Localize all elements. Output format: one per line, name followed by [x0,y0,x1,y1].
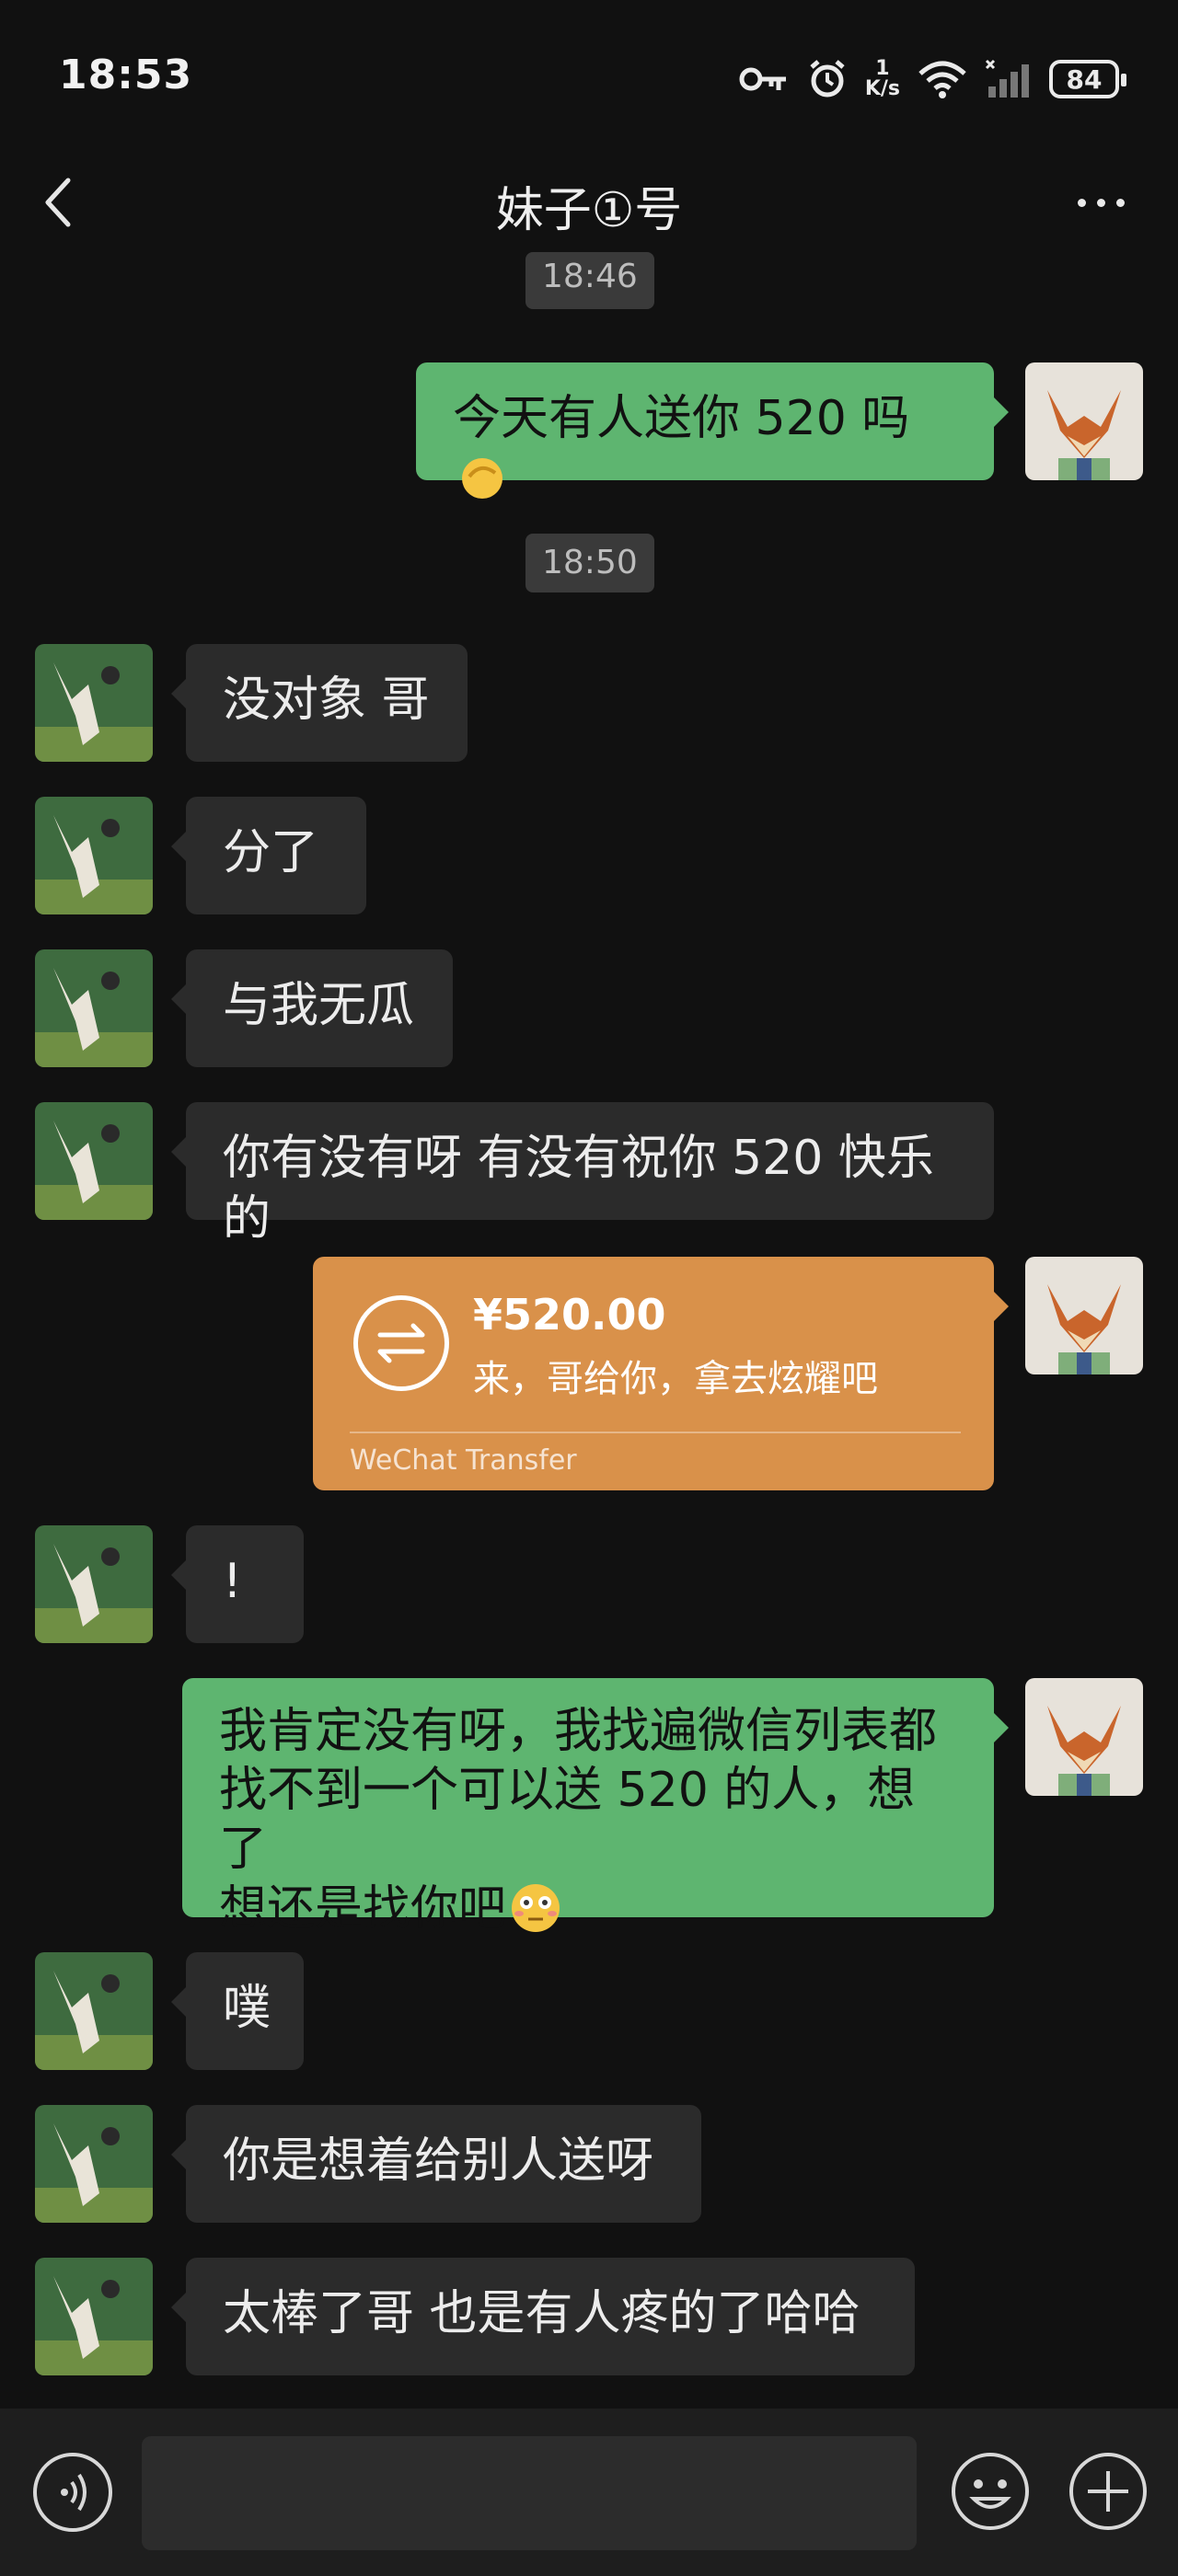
time-separator: 18:46 [525,252,654,309]
message-bubble-incoming[interactable]: 与我无瓜 [171,949,453,1067]
more-dot [1115,198,1125,207]
transfer-icon [353,1295,449,1391]
status-time: 18:53 [59,52,193,98]
message-bubble-incoming[interactable]: 你有没有呀 有没有祝你 520 快乐的 [171,1102,994,1247]
plus-icon [1069,2453,1147,2530]
transfer-note: 来，哥给你，拿去炫耀吧 [473,1358,878,1400]
voice-button[interactable] [33,2453,112,2532]
message-text-line: 我肯定没有呀，我找遍微信列表都 [219,1704,938,1759]
message-text-line: 找不到一个可以送 520 的人，想了 [219,1763,916,1877]
input-bar [0,2409,1178,2576]
transfer-brand: WeChat Transfer [350,1444,577,1477]
network-speed-value: 1 [875,57,890,80]
avatar-contact[interactable] [35,797,153,914]
transfer-card[interactable]: ¥520.00 来，哥给你，拿去炫耀吧 WeChat Transfer [313,1257,1009,1490]
wifi-icon [918,61,966,98]
message-input[interactable] [142,2436,917,2550]
smiley-icon [952,2453,1029,2530]
avatar-contact[interactable] [35,1952,153,2070]
pinching-hand-emoji-icon [462,458,502,499]
message-bubble-incoming[interactable]: 你是想着给别人送呀 [171,2105,701,2223]
time-separator: 18:50 [525,534,654,592]
message-bubble-outgoing[interactable]: 我肯定没有呀，我找遍微信列表都 找不到一个可以送 520 的人，想了 想还是找你… [182,1678,1009,1937]
avatar-contact[interactable] [35,2258,153,2375]
avatar-contact[interactable] [35,1525,153,1643]
transfer-divider [350,1432,961,1433]
avatar-self[interactable] [1025,1678,1143,1796]
avatar-self[interactable] [1025,362,1143,480]
message-bubble-incoming[interactable]: 太棒了哥 也是有人疼的了哈哈 [171,2258,915,2375]
message-text: 今天有人送你 520 吗 [453,391,910,446]
avatar-self[interactable] [1025,1257,1143,1374]
status-icons: 1 K/s 84 [738,53,1126,105]
message-text-line: 想还是找你吧 [219,1881,507,1937]
more-actions-button[interactable] [1066,2449,1150,2534]
message-bubble-incoming[interactable]: ! [171,1525,304,1643]
battery-indicator: 84 [1049,60,1126,98]
chat-title: 妹子①号 [495,183,683,238]
avatar-contact[interactable] [35,949,153,1067]
voice-icon [61,2473,87,2512]
emoji-button[interactable] [948,2449,1033,2534]
key-icon [739,67,786,91]
avatar-contact[interactable] [35,2105,153,2223]
avatar-contact[interactable] [35,1102,153,1220]
message-bubble-incoming[interactable]: 噗 [171,1952,304,2070]
signal-icon [985,59,1029,98]
network-speed-unit: K/s [864,77,900,100]
message-bubble-incoming[interactable]: 分了 [171,797,366,914]
more-dot [1096,198,1105,207]
alarm-icon [810,60,845,98]
message-bubble-incoming[interactable]: 没对象 哥 [171,644,468,762]
network-speed: 1 K/s [865,59,900,99]
transfer-amount: ¥520.00 [473,1290,666,1340]
avatar-contact[interactable] [35,644,153,762]
more-options-button[interactable] [1064,175,1138,230]
message-bubble-outgoing[interactable]: 今天有人送你 520 吗 [416,362,1009,499]
flushed-face-emoji-icon [512,1884,560,1932]
more-dot [1077,198,1086,207]
